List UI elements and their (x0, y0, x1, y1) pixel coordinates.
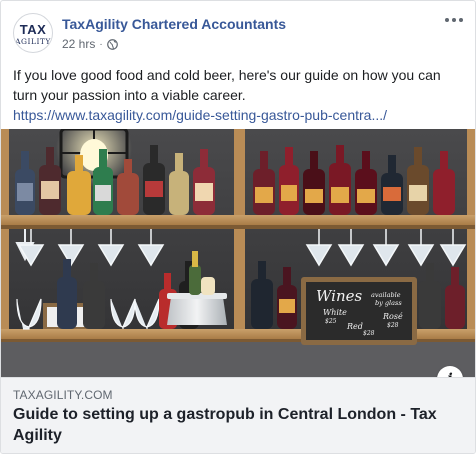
page-avatar[interactable]: TAX AGILITY (13, 13, 53, 53)
board-white-price: $25 (325, 318, 337, 325)
post-card: TAX AGILITY TaxAgility Chartered Account… (0, 0, 476, 454)
post-meta: 22 hrs · (62, 37, 118, 51)
page-name-link[interactable]: TaxAgility Chartered Accountants (62, 16, 286, 32)
post-link[interactable]: https://www.taxagility.com/guide-setting… (13, 105, 465, 125)
board-red-price: $28 (363, 330, 375, 337)
link-title[interactable]: Guide to setting up a gastropub in Centr… (13, 404, 453, 446)
avatar-logo-bottom: AGILITY (15, 37, 51, 46)
post-message-text: If you love good food and cold beer, her… (13, 67, 441, 103)
board-title: Wines (316, 287, 362, 305)
board-subtitle-1: available (371, 291, 401, 299)
board-subtitle-2: by glass (375, 299, 402, 307)
link-domain: TAXAGILITY.COM (13, 388, 113, 402)
post-message: If you love good food and cold beer, her… (13, 65, 465, 125)
avatar-logo-top: TAX (19, 22, 47, 37)
board-rose-price: $28 (387, 322, 399, 329)
board-white-label: White (323, 308, 347, 317)
link-preview[interactable]: TAXAGILITY.COM Guide to setting up a gas… (1, 377, 475, 453)
board-red-label: Red (346, 322, 363, 331)
meta-separator: · (99, 38, 103, 50)
post-image[interactable]: Wines available by glass White $25 Rosé … (1, 129, 475, 377)
more-options-icon[interactable] (445, 15, 463, 25)
post-header: TAX AGILITY TaxAgility Chartered Account… (13, 13, 463, 55)
board-rose-label: Rosé (382, 312, 403, 321)
post-timestamp[interactable]: 22 hrs (62, 37, 95, 51)
globe-icon[interactable] (106, 38, 118, 50)
